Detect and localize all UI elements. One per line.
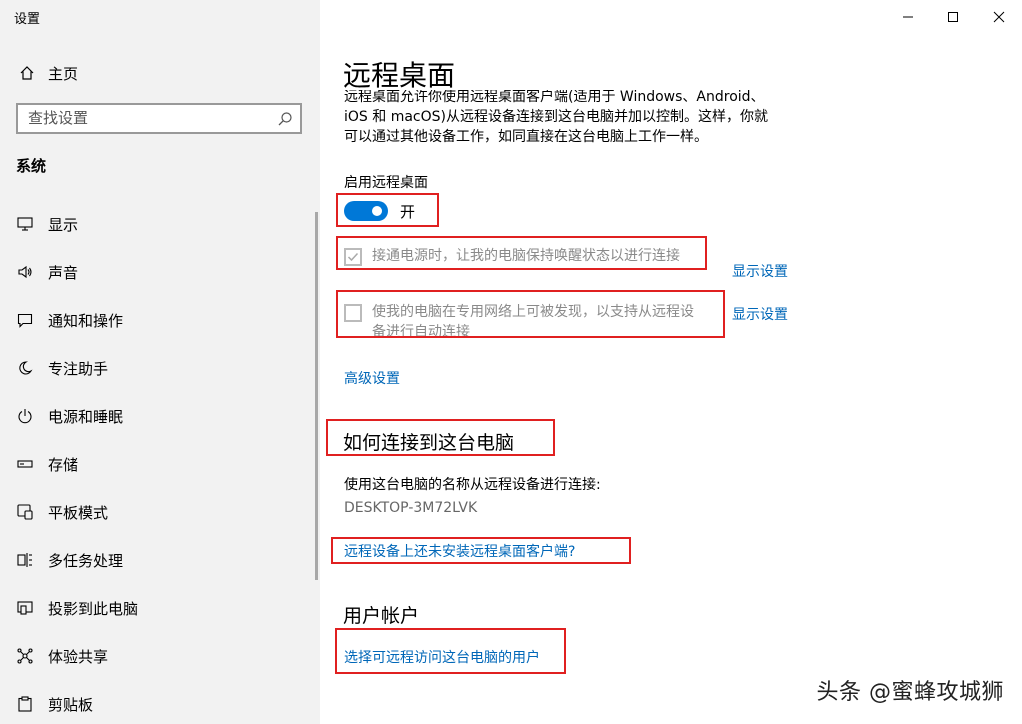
description: 远程桌面允许你使用远程桌面客户端(适用于 Windows、Android、 iO… <box>344 90 804 150</box>
notification-icon <box>16 311 34 329</box>
power-icon <box>16 407 34 425</box>
search-input[interactable] <box>28 109 268 127</box>
sidebar-item-label: 声音 <box>48 263 79 282</box>
search-box[interactable] <box>16 103 302 134</box>
sidebar-item-label: 主页 <box>48 64 79 83</box>
window-title: 设置 <box>14 12 41 27</box>
project-icon <box>16 599 34 617</box>
sidebar-item-power[interactable]: 电源和睡眠 <box>16 404 306 428</box>
sidebar-item-tablet-mode[interactable]: 平板模式 <box>16 500 306 524</box>
connect-instructions: 使用这台电脑的名称从远程设备进行连接: <box>344 477 601 493</box>
sidebar-item-label: 剪贴板 <box>48 695 94 714</box>
sidebar-item-label: 投影到此电脑 <box>48 599 139 618</box>
advanced-settings-link[interactable]: 高级设置 <box>344 368 400 388</box>
page-title: 远程桌面 <box>343 59 456 92</box>
sidebar-item-label: 存储 <box>48 455 79 474</box>
minimize-icon <box>903 16 913 18</box>
highlight-box <box>326 419 555 456</box>
display-settings-link[interactable]: 显示设置 <box>732 304 788 324</box>
maximize-icon <box>948 12 958 22</box>
highlight-box <box>335 628 566 674</box>
sidebar-item-label: 专注助手 <box>48 359 109 378</box>
sound-icon <box>16 263 34 281</box>
enable-remote-desktop-label: 启用远程桌面 <box>344 175 428 191</box>
sidebar-item-shared-experiences[interactable]: 体验共享 <box>16 644 306 668</box>
discoverable-label-line2: 备进行自动连接 <box>372 324 470 338</box>
sidebar-item-clipboard[interactable]: 剪贴板 <box>16 692 306 716</box>
sidebar-item-focus-assist[interactable]: 专注助手 <box>16 356 306 380</box>
close-icon <box>993 11 1005 23</box>
maximize-button[interactable] <box>942 6 964 28</box>
sidebar-item-label: 体验共享 <box>48 647 109 666</box>
minimize-button[interactable] <box>897 6 919 28</box>
highlight-box <box>336 193 439 227</box>
sidebar-item-home[interactable]: 主页 <box>16 62 78 84</box>
moon-icon <box>16 359 34 377</box>
sidebar-item-label: 显示 <box>48 215 79 234</box>
sidebar: 设置 主页 系统 显示 声音 通知和操作 专注助手 电源和睡眠 存储 平板 <box>0 0 320 724</box>
clipboard-icon <box>16 695 34 713</box>
display-settings-link[interactable]: 显示设置 <box>732 261 788 281</box>
close-button[interactable] <box>988 6 1010 28</box>
sidebar-item-project[interactable]: 投影到此电脑 <box>16 596 306 620</box>
home-icon <box>16 65 38 81</box>
sidebar-scrollbar[interactable] <box>315 212 318 580</box>
highlight-box <box>336 236 707 270</box>
sidebar-item-label: 通知和操作 <box>48 311 124 330</box>
watermark: 头条 @蜜蜂攻城狮 <box>816 680 1004 705</box>
storage-icon <box>16 455 34 473</box>
highlight-box: 备进行自动连接 <box>336 290 725 338</box>
share-icon <box>16 647 34 665</box>
description-line: 可以通过其他设备工作，如同直接在这台电脑上工作一样。 <box>344 129 708 145</box>
sidebar-item-display[interactable]: 显示 <box>16 212 306 236</box>
sidebar-item-label: 平板模式 <box>48 503 109 522</box>
sidebar-item-label: 多任务处理 <box>48 551 124 570</box>
sidebar-item-storage[interactable]: 存储 <box>16 452 306 476</box>
highlight-box <box>331 537 631 564</box>
sidebar-item-multitasking[interactable]: 多任务处理 <box>16 548 306 572</box>
description-line: iOS 和 macOS)从远程设备连接到这台电脑并加以控制。这样，你就 <box>344 109 768 125</box>
sidebar-item-sound[interactable]: 声音 <box>16 260 306 284</box>
pc-name: DESKTOP-3M72LVK <box>344 500 478 516</box>
section-title: 系统 <box>16 157 47 175</box>
tablet-icon <box>16 503 34 521</box>
search-icon[interactable] <box>277 111 293 131</box>
sidebar-item-notifications[interactable]: 通知和操作 <box>16 308 306 332</box>
multitask-icon <box>16 551 34 569</box>
description-line: 远程桌面允许你使用远程桌面客户端(适用于 Windows、Android、 <box>344 90 765 105</box>
sidebar-item-label: 电源和睡眠 <box>48 407 124 426</box>
display-icon <box>16 215 34 233</box>
user-accounts-heading: 用户帐户 <box>343 605 420 627</box>
